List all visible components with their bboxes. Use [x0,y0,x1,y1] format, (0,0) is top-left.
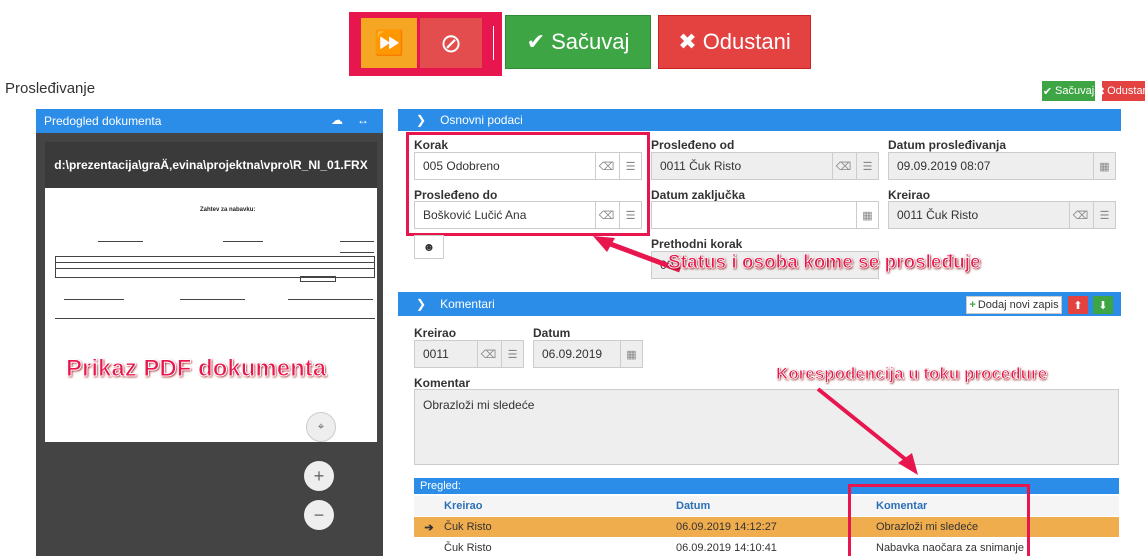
datum-prosledjivanja-field: 09.09.2019 08:07 ▦ [888,152,1116,180]
cancel-button-small[interactable]: ✖ Odustani [1102,81,1145,101]
save-button-small-label: Sačuvaj [1055,85,1095,97]
download-icon: ⬇ [1098,299,1108,312]
datum-prosledjivanja-value: 09.09.2019 08:07 [897,159,991,173]
doc-line [340,241,374,242]
plus-icon: + [969,299,976,311]
check-icon: ✔ [526,29,546,54]
chevron-down-icon: ❯ [416,113,427,127]
doc-line [55,262,375,263]
preview-header: Predogled dokumenta ☁ ↔ [36,109,383,133]
cancel-button-label: Odustani [702,29,791,54]
doc-line [55,268,375,269]
zoom-in-button[interactable]: + [304,461,334,491]
komentar-textarea[interactable]: Obrazloži mi sledeće [414,389,1119,465]
document-path: d:\prezentacija\graÄ‚evina\projektna\vpr… [45,142,377,188]
preview-header-title: Predogled dokumenta [44,114,162,128]
doc-line [55,318,375,319]
save-button-label: Sačuvaj [551,29,630,54]
doc-line [180,299,245,300]
row-pointer-icon: ➔ [424,521,434,534]
reject-button[interactable]: ⊘ [420,18,494,68]
close-icon: ✖ [678,29,697,54]
check-icon: ✔ [1042,85,1053,98]
datum-zakljucka-field[interactable]: ▦ [651,201,879,229]
comment-kreirao-field: 0011 ⌫ ☰ [414,340,524,368]
page-title: Prosleđivanje [5,80,96,97]
grid-header-kreirao[interactable]: Kreirao [444,500,676,512]
add-record-button[interactable]: + Dodaj novi zapis [966,296,1062,314]
comment-highlight-box [848,484,1030,556]
doc-line [64,299,124,300]
row-datum: 06.09.2019 14:10:41 [676,542,777,554]
comments-section-title: Komentari [440,297,495,311]
cloud-download-icon[interactable]: ☁ [331,113,343,127]
doc-table [55,256,375,278]
basic-section-title: Osnovni podaci [440,113,523,127]
cancel-button[interactable]: ✖ Odustani [658,15,811,69]
calendar-icon[interactable]: ▦ [856,202,878,228]
cancel-button-small-label: Odustani [1107,85,1145,97]
save-button[interactable]: ✔ Sačuvaj [505,15,651,69]
doc-cell [300,276,336,282]
basic-section-header[interactable]: ❯ Osnovni podaci [398,109,1121,131]
eraser-icon: ⌫ [832,153,854,179]
komentar-label: Komentar [414,376,471,390]
list-icon: ☰ [1093,202,1115,228]
prosledeno-od-field: 0011 Čuk Risto ⌫ ☰ [651,152,879,180]
minus-icon: − [313,504,325,525]
upload-button[interactable]: ⬆ [1068,296,1088,314]
eraser-icon: ⌫ [1069,202,1091,228]
grid-header-datum[interactable]: Datum [676,500,876,512]
correspondence-arrow [816,387,918,475]
fast-forward-icon: ⏩ [374,29,404,57]
upload-icon: ⬆ [1073,299,1083,312]
forward-button[interactable]: ⏩ [361,18,417,68]
komentar-value: Obrazloži mi sledeće [423,398,535,412]
doc-line [98,241,143,242]
chevron-down-icon: ❯ [416,297,427,311]
user-button[interactable]: ☻ [414,235,444,259]
row-kreirao: Čuk Risto [444,521,492,533]
calendar-icon: ▦ [1093,153,1115,179]
prosledeno-od-value: 0011 Čuk Risto [660,159,742,173]
close-icon: ✖ [1102,85,1105,98]
kreirao-label: Kreirao [888,188,931,202]
fit-page-button[interactable]: ⌖ [306,412,336,442]
datum-zakljucka-label: Datum zaključka [651,188,746,202]
comment-kreirao-label: Kreirao [414,326,457,340]
datum-prosledjivanja-label: Datum prosleđivanja [888,138,1007,152]
download-button[interactable]: ⬇ [1093,296,1113,314]
kreirao-field: 0011 Čuk Risto ⌫ ☰ [888,201,1116,229]
eraser-icon: ⌫ [477,341,499,367]
calendar-icon: ▦ [620,341,642,367]
zoom-out-button[interactable]: − [304,500,334,530]
toolbar-divider [493,26,494,60]
expand-horizontal-icon[interactable]: ↔ [357,113,369,127]
doc-line [340,252,374,253]
comment-kreirao-value: 0011 [423,347,449,361]
kreirao-value: 0011 Čuk Risto [897,208,979,222]
ban-icon: ⊘ [440,27,462,58]
save-button-small[interactable]: ✔ Sačuvaj [1042,81,1095,101]
comment-datum-field: 06.09.2019 ▦ [533,340,643,368]
comment-datum-value: 06.09.2019 [542,347,603,361]
doc-line [223,241,263,242]
pdf-annotation-label: Prikaz PDF dokumenta [65,355,327,383]
row-datum: 06.09.2019 14:12:27 [676,521,777,533]
user-icon: ☻ [422,240,436,254]
list-icon: ☰ [501,341,523,367]
document-title: Zahtev za nabavku: [200,207,256,213]
row-kreirao: Čuk Risto [444,542,492,554]
prosledeno-od-label: Prosleđeno od [651,138,735,152]
compress-icon: ⌖ [317,420,325,433]
status-highlight-box [406,132,650,236]
correspondence-annotation: Korespodencija u toku procedure [776,364,1048,384]
comment-datum-label: Datum [533,326,571,340]
add-record-label: Dodaj novi zapis [977,299,1059,311]
doc-line [288,299,373,300]
plus-icon: + [313,465,325,486]
status-annotation: Status i osoba kome se prosleđuje [668,252,981,274]
list-icon: ☰ [856,153,878,179]
